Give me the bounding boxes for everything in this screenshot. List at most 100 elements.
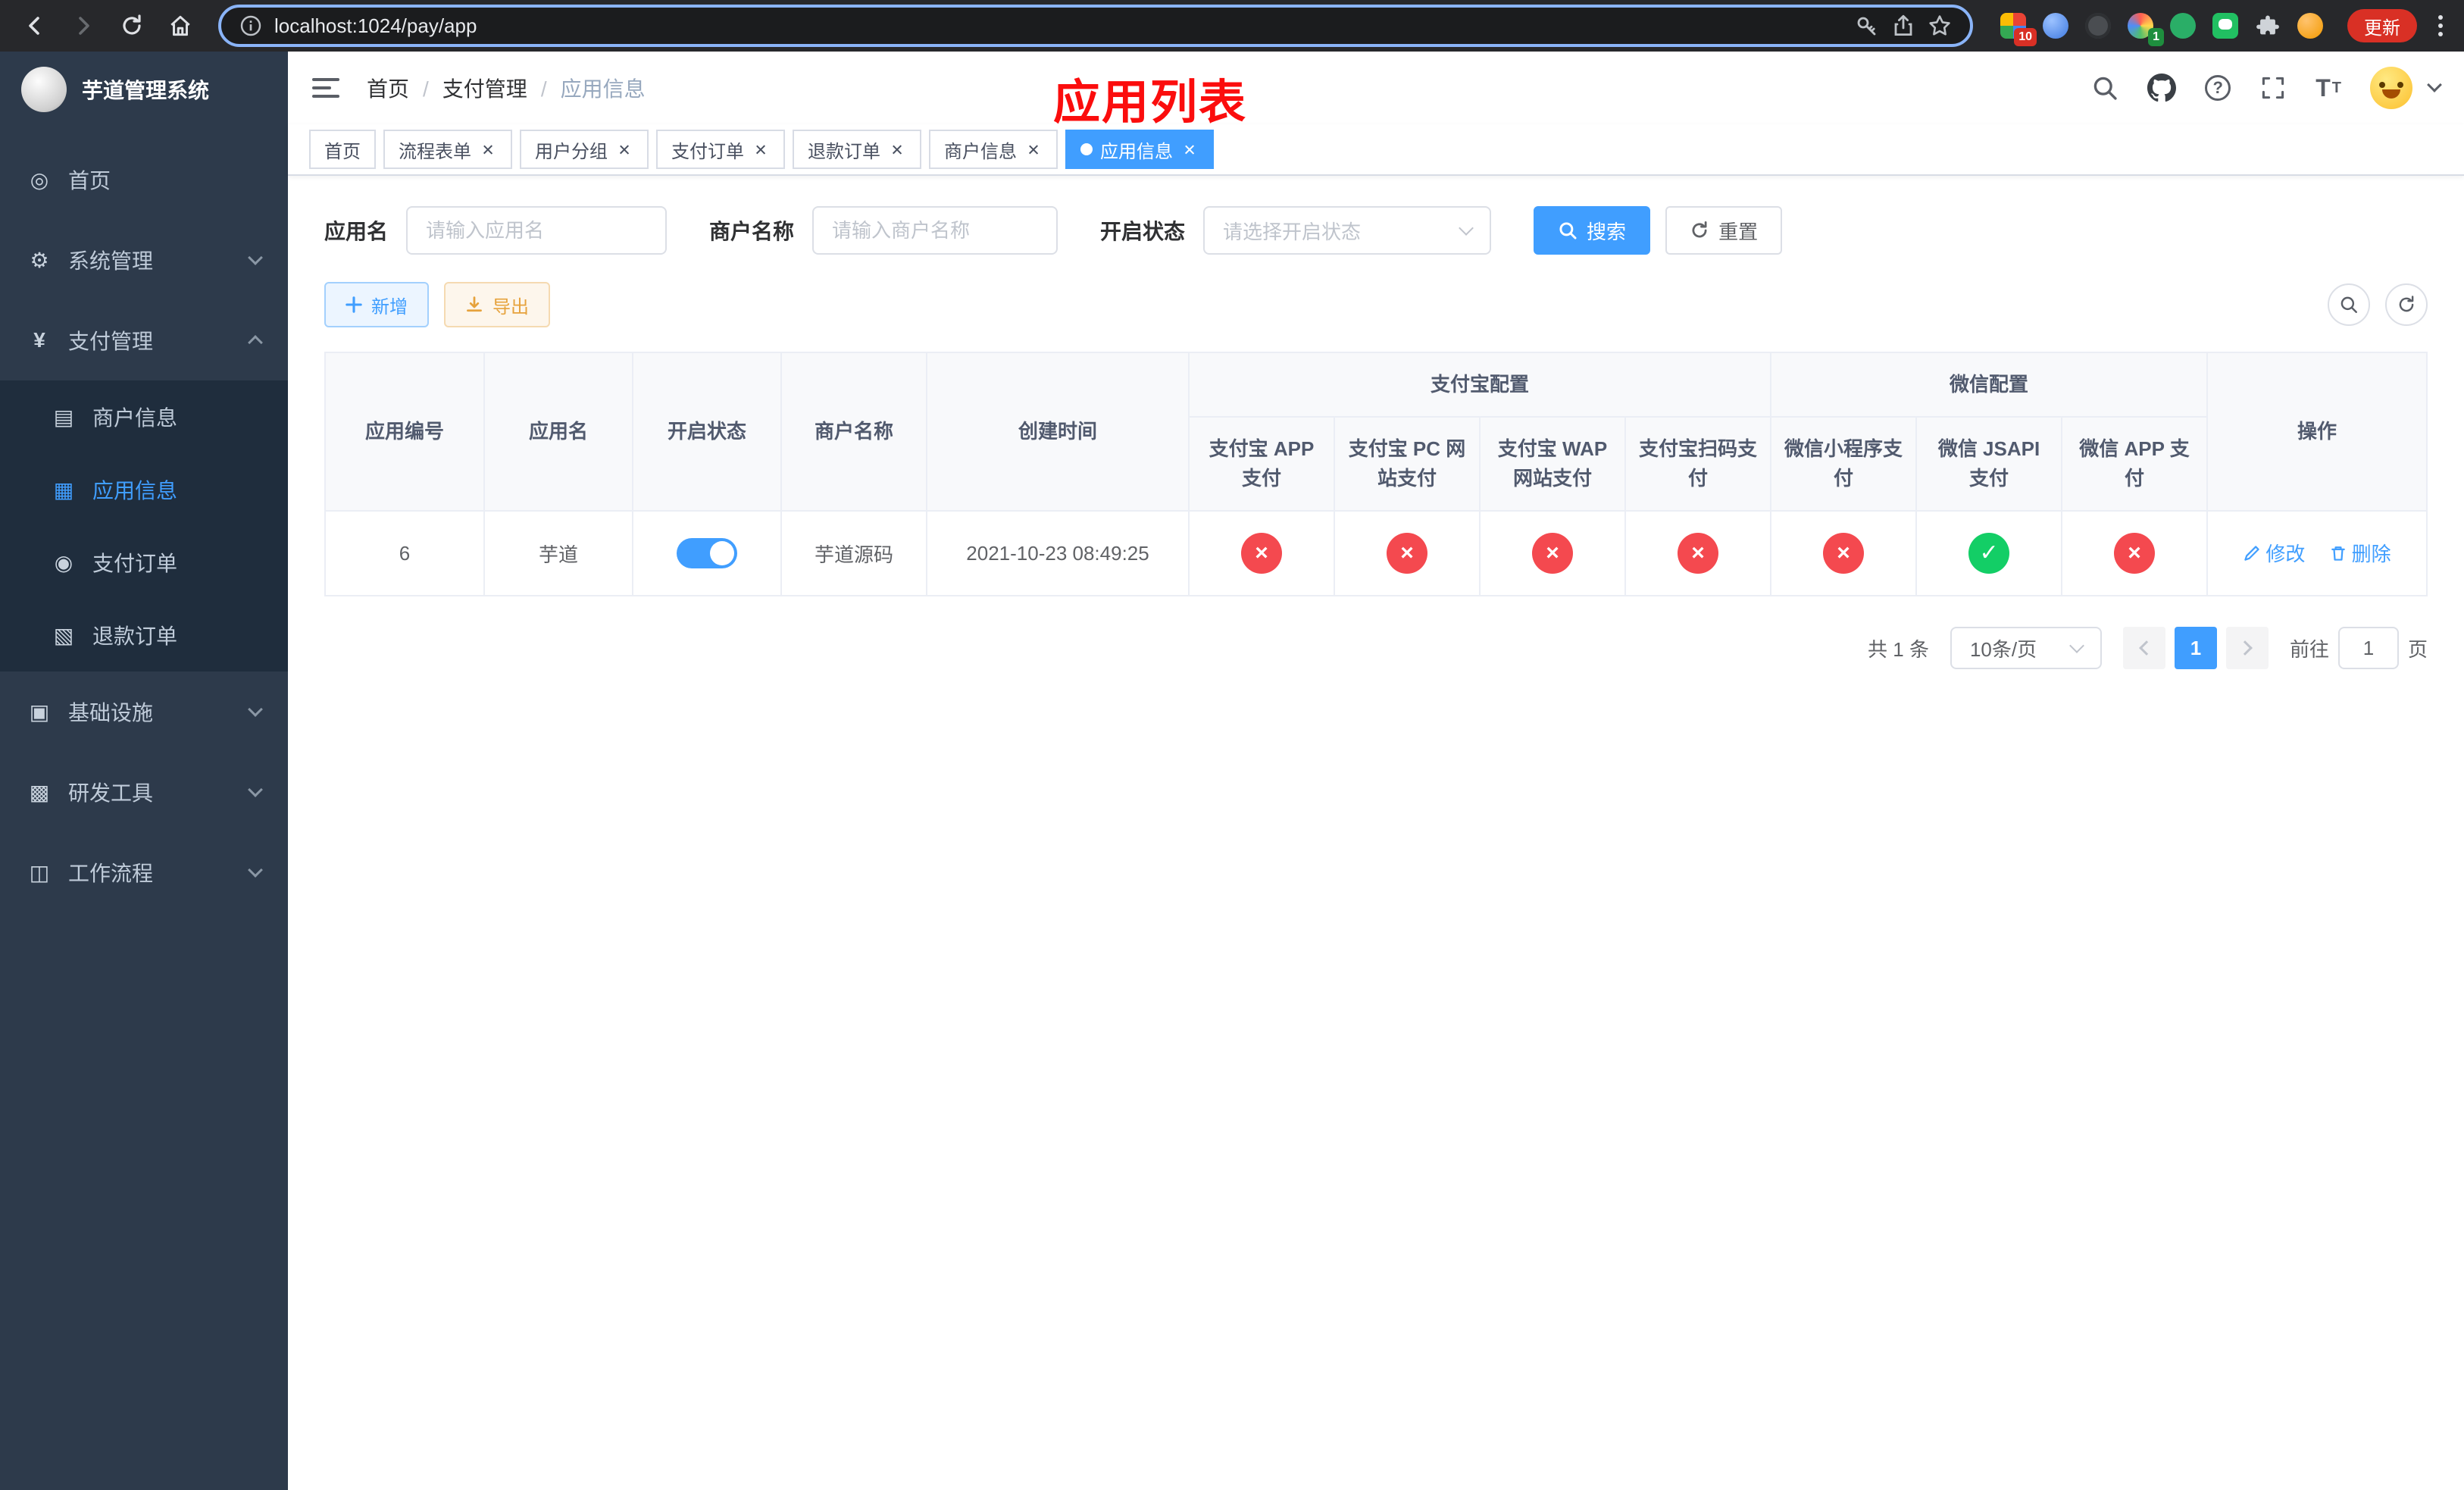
tab-app-info[interactable]: 应用信息 [1065, 130, 1214, 169]
user-avatar[interactable] [2370, 67, 2412, 109]
browser-toolbar: localhost:1024/pay/app 10 1 更新 [0, 0, 2464, 52]
breadcrumb-payment[interactable]: 支付管理 [409, 73, 527, 103]
address-bar[interactable]: localhost:1024/pay/app [218, 5, 1973, 47]
home-button[interactable] [161, 6, 200, 45]
tab-pay-order[interactable]: 支付订单 [656, 130, 785, 169]
next-page-button[interactable] [2225, 627, 2269, 669]
extension-green-circle-icon[interactable] [2170, 13, 2196, 39]
password-key-icon[interactable] [1855, 14, 1879, 38]
sidebar-item-devtools[interactable]: 研发工具 [0, 752, 288, 832]
table-row: 6 芋道 芋道源码 2021-10-23 08:49:25 × × × × × … [324, 510, 2428, 596]
goto-unit-label: 页 [2407, 637, 2428, 661]
fullscreen-icon[interactable] [2259, 74, 2287, 102]
sidebar-item-workflow[interactable]: 工作流程 [0, 832, 288, 912]
browser-menu-icon[interactable] [2432, 15, 2449, 36]
status-toggle[interactable] [677, 538, 737, 568]
tab-label: 用户分组 [535, 141, 608, 162]
app-title: 芋道管理系统 [82, 79, 210, 102]
close-icon[interactable] [1180, 140, 1199, 158]
tab-user-group[interactable]: 用户分组 [520, 130, 649, 169]
export-button[interactable]: 导出 [444, 282, 550, 327]
extension-grid-icon[interactable]: 10 [2000, 13, 2037, 46]
close-icon[interactable] [1024, 140, 1043, 158]
app-logo[interactable]: 芋道管理系统 [0, 52, 288, 127]
sidebar-item-infrastructure[interactable]: 基础设施 [0, 671, 288, 752]
app-name-input[interactable] [406, 206, 668, 255]
extension-blue-icon[interactable] [2043, 13, 2068, 39]
page-size-select[interactable]: 10条/页 [1950, 627, 2102, 669]
add-button[interactable]: 新增 [324, 282, 429, 327]
extension-badge: 10 [2014, 28, 2037, 46]
close-icon[interactable] [888, 140, 906, 158]
close-icon[interactable] [752, 140, 770, 158]
sidebar-item-payment[interactable]: 支付管理 [0, 300, 288, 380]
chevron-up-icon [248, 335, 263, 350]
sidebar-item-label: 应用信息 [92, 479, 178, 502]
chevron-down-icon [248, 862, 263, 878]
back-button[interactable] [15, 6, 55, 45]
sidebar-item-refund-order[interactable]: 退款订单 [0, 599, 288, 671]
app-table: 应用编号 应用名 开启状态 商户名称 创建时间 支付宝配置 微信配置 操作 支付… [324, 352, 2428, 596]
sidebar-toggle-icon[interactable] [312, 78, 339, 98]
share-icon[interactable] [1891, 14, 1915, 38]
forward-button[interactable] [64, 6, 103, 45]
merchant-name-input[interactable] [812, 206, 1058, 255]
payment-submenu: 商户信息 应用信息 支付订单 退款订单 [0, 380, 288, 671]
tab-home[interactable]: 首页 [309, 130, 376, 169]
sidebar-item-home[interactable]: 首页 [0, 139, 288, 220]
table-toolbar: 新增 导出 [324, 282, 2428, 327]
sidebar-item-label: 退款订单 [92, 624, 178, 648]
goto-page-input[interactable] [2337, 627, 2399, 669]
cell-merchant: 芋道源码 [780, 510, 927, 596]
profile-avatar-icon[interactable] [2297, 13, 2323, 39]
page-number-button[interactable]: 1 [2174, 627, 2217, 669]
extension-dark-icon[interactable] [2085, 13, 2111, 39]
sidebar-item-merchant-info[interactable]: 商户信息 [0, 380, 288, 453]
site-info-icon[interactable] [239, 14, 262, 37]
avatar-caret-icon[interactable] [2427, 77, 2442, 92]
extension-chat-icon[interactable] [2212, 13, 2238, 39]
chrome-update-button[interactable]: 更新 [2347, 9, 2417, 42]
col-header-alipay-wap: 支付宝 WAP 网站支付 [1479, 416, 1626, 512]
prev-page-button[interactable] [2122, 627, 2165, 669]
close-icon[interactable] [615, 140, 633, 158]
extensions-puzzle-icon[interactable] [2255, 13, 2281, 39]
tab-process-form[interactable]: 流程表单 [383, 130, 512, 169]
merchant-name-label: 商户名称 [709, 220, 795, 243]
extension-colorful-icon[interactable]: 1 [2128, 13, 2164, 46]
bookmark-star-icon[interactable] [1928, 14, 1952, 38]
close-icon[interactable] [479, 140, 497, 158]
grid-icon [52, 477, 76, 502]
refresh-table-button[interactable] [2385, 283, 2428, 326]
sidebar-item-system[interactable]: 系统管理 [0, 220, 288, 300]
help-icon[interactable] [2205, 75, 2231, 101]
col-header-wechat-mini: 微信小程序支付 [1770, 416, 1918, 512]
toggle-search-button[interactable] [2328, 283, 2370, 326]
col-header-status: 开启状态 [632, 352, 782, 512]
font-size-icon[interactable] [2315, 74, 2341, 102]
url-text[interactable]: localhost:1024/pay/app [274, 14, 1843, 38]
tab-refund-order[interactable]: 退款订单 [793, 130, 921, 169]
sidebar-item-pay-order[interactable]: 支付订单 [0, 526, 288, 599]
edit-link[interactable]: 修改 [2243, 539, 2305, 567]
tab-label: 支付订单 [671, 141, 744, 162]
annotation-title: 应用列表 [1053, 77, 1248, 129]
chevron-right-icon [2237, 640, 2253, 656]
reset-button[interactable]: 重置 [1665, 206, 1783, 255]
tab-merchant-info[interactable]: 商户信息 [929, 130, 1058, 169]
breadcrumb-home[interactable]: 首页 [367, 73, 409, 103]
search-icon[interactable] [2091, 74, 2118, 102]
sidebar-item-label: 系统管理 [68, 249, 154, 273]
reload-button[interactable] [112, 6, 152, 45]
chevron-down-icon [248, 250, 263, 265]
github-icon[interactable] [2147, 74, 2177, 102]
search-icon [1559, 222, 1577, 239]
filter-form: 应用名 商户名称 开启状态 请选择开启状态 搜索 [324, 206, 2428, 255]
gear-icon [27, 248, 52, 273]
delete-link[interactable]: 删除 [2329, 539, 2391, 567]
status-select[interactable]: 请选择开启状态 [1203, 206, 1492, 255]
dashboard-icon [27, 167, 52, 193]
sidebar: 芋道管理系统 首页 系统管理 支付管理 商户信息 [0, 52, 288, 1490]
sidebar-item-app-info[interactable]: 应用信息 [0, 453, 288, 526]
search-button[interactable]: 搜索 [1534, 206, 1651, 255]
